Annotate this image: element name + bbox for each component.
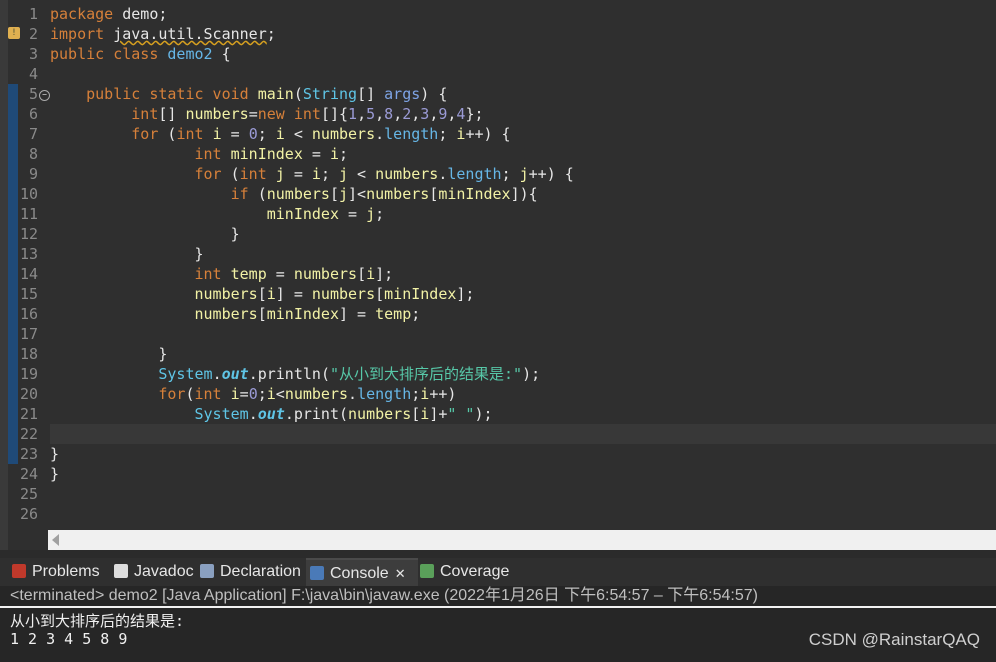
tab-label: Coverage — [440, 563, 510, 580]
tab-declaration[interactable]: Declaration — [196, 558, 308, 586]
line-number: 22 — [19, 425, 38, 443]
bottom-panel-tabs: Problems Javadoc Declaration Console ✕ Covera… — [0, 558, 996, 588]
line-number: 7 — [28, 125, 38, 143]
line-number-gutter: 1 2 3 4 5 6 7 8 9 10 11 12 13 14 15 16 17 18 19 20 21 22 23 24 2… — [8, 4, 48, 524]
code-line[interactable]: int temp = numbers[i]; — [50, 264, 996, 284]
line-number: 1 — [28, 5, 38, 23]
line-number: 4 — [28, 65, 38, 83]
console-output-line: 从小到大排序后的结果是: — [10, 612, 185, 630]
code-line[interactable]: } — [50, 444, 996, 464]
code-line[interactable]: minIndex = j; — [50, 204, 996, 224]
code-line[interactable]: for(int i=0;i<numbers.length;i++) — [50, 384, 996, 404]
code-line[interactable]: System.out.println("从小到大排序后的结果是:"); — [50, 364, 996, 384]
line-number: 3 — [28, 45, 38, 63]
code-text-area[interactable]: package demo; import java.util.Scanner; pu… — [50, 4, 996, 524]
code-line[interactable]: for (int j = i; j < numbers.length; j++)… — [50, 164, 996, 184]
code-line[interactable]: for (int i = 0; i < numbers.length; i++)… — [50, 124, 996, 144]
code-line[interactable]: numbers[i] = numbers[minIndex]; — [50, 284, 996, 304]
line-number: 26 — [19, 505, 38, 523]
close-icon[interactable]: ✕ — [395, 566, 406, 581]
code-line[interactable] — [50, 324, 996, 344]
tab-coverage[interactable]: Coverage — [416, 558, 520, 586]
line-number: 2 — [28, 25, 38, 43]
code-editor[interactable]: ! − 1 2 3 4 5 6 7 8 9 10 11 12 13 14 15 16 17 18 19 20 21 22 2… — [0, 0, 996, 550]
line-number: 15 — [19, 285, 38, 303]
declaration-icon — [200, 564, 214, 578]
console-separator — [0, 606, 996, 608]
code-line[interactable]: numbers[minIndex] = temp; — [50, 304, 996, 324]
javadoc-icon — [114, 564, 128, 578]
line-number: 12 — [19, 225, 38, 243]
line-number: 21 — [19, 405, 38, 423]
code-line[interactable]: System.out.print(numbers[i]+" "); — [50, 404, 996, 424]
line-number: 5 — [28, 85, 38, 103]
line-number: 17 — [19, 325, 38, 343]
code-line[interactable]: if (numbers[j]<numbers[minIndex]){ — [50, 184, 996, 204]
tab-label: Declaration — [220, 563, 301, 580]
line-number: 24 — [19, 465, 38, 483]
scroll-left-icon[interactable] — [52, 534, 59, 546]
code-line[interactable]: } — [50, 244, 996, 264]
problems-icon — [12, 564, 26, 578]
coverage-icon — [420, 564, 434, 578]
code-line[interactable] — [50, 484, 996, 504]
line-number: 25 — [19, 485, 38, 503]
code-line[interactable]: } — [50, 464, 996, 484]
code-line[interactable]: public class demo2 { — [50, 44, 996, 64]
watermark: CSDN @RainstarQAQ — [808, 630, 980, 649]
code-line[interactable]: } — [50, 224, 996, 244]
line-number: 6 — [28, 105, 38, 123]
console-icon — [310, 566, 324, 580]
console-panel[interactable]: <terminated> demo2 [Java Application] F:… — [0, 586, 996, 662]
line-number: 16 — [19, 305, 38, 323]
editor-left-ruler — [0, 0, 8, 550]
tab-label: Javadoc — [134, 563, 194, 580]
tab-problems[interactable]: Problems — [8, 558, 112, 586]
line-number: 10 — [19, 185, 38, 203]
code-line[interactable]: import java.util.Scanner; — [50, 24, 996, 44]
line-number: 11 — [19, 205, 38, 223]
code-line[interactable] — [50, 504, 996, 524]
line-number: 14 — [19, 265, 38, 283]
code-line[interactable]: int minIndex = i; — [50, 144, 996, 164]
line-number: 19 — [19, 365, 38, 383]
code-line[interactable]: public static void main(String[] args) { — [50, 84, 996, 104]
line-number: 23 — [19, 445, 38, 463]
code-line[interactable]: } — [50, 344, 996, 364]
line-number: 13 — [19, 245, 38, 263]
tab-javadoc[interactable]: Javadoc — [110, 558, 198, 586]
console-output-line: 1 2 3 4 5 8 9 — [10, 630, 128, 648]
line-number: 20 — [19, 385, 38, 403]
horizontal-scrollbar[interactable] — [48, 530, 996, 550]
line-number: 9 — [28, 165, 38, 183]
line-number: 8 — [28, 145, 38, 163]
tab-label: Problems — [32, 563, 100, 580]
tab-label: Console — [330, 565, 389, 582]
tab-console[interactable]: Console ✕ — [306, 558, 418, 588]
console-status: <terminated> demo2 [Java Application] F:… — [10, 587, 758, 604]
pane-divider[interactable] — [0, 550, 996, 558]
code-line[interactable] — [50, 424, 996, 444]
line-number: 18 — [19, 345, 38, 363]
code-line[interactable] — [50, 64, 996, 84]
code-line[interactable]: package demo; — [50, 4, 996, 24]
code-line[interactable]: int[] numbers=new int[]{1,5,8,2,3,9,4}; — [50, 104, 996, 124]
